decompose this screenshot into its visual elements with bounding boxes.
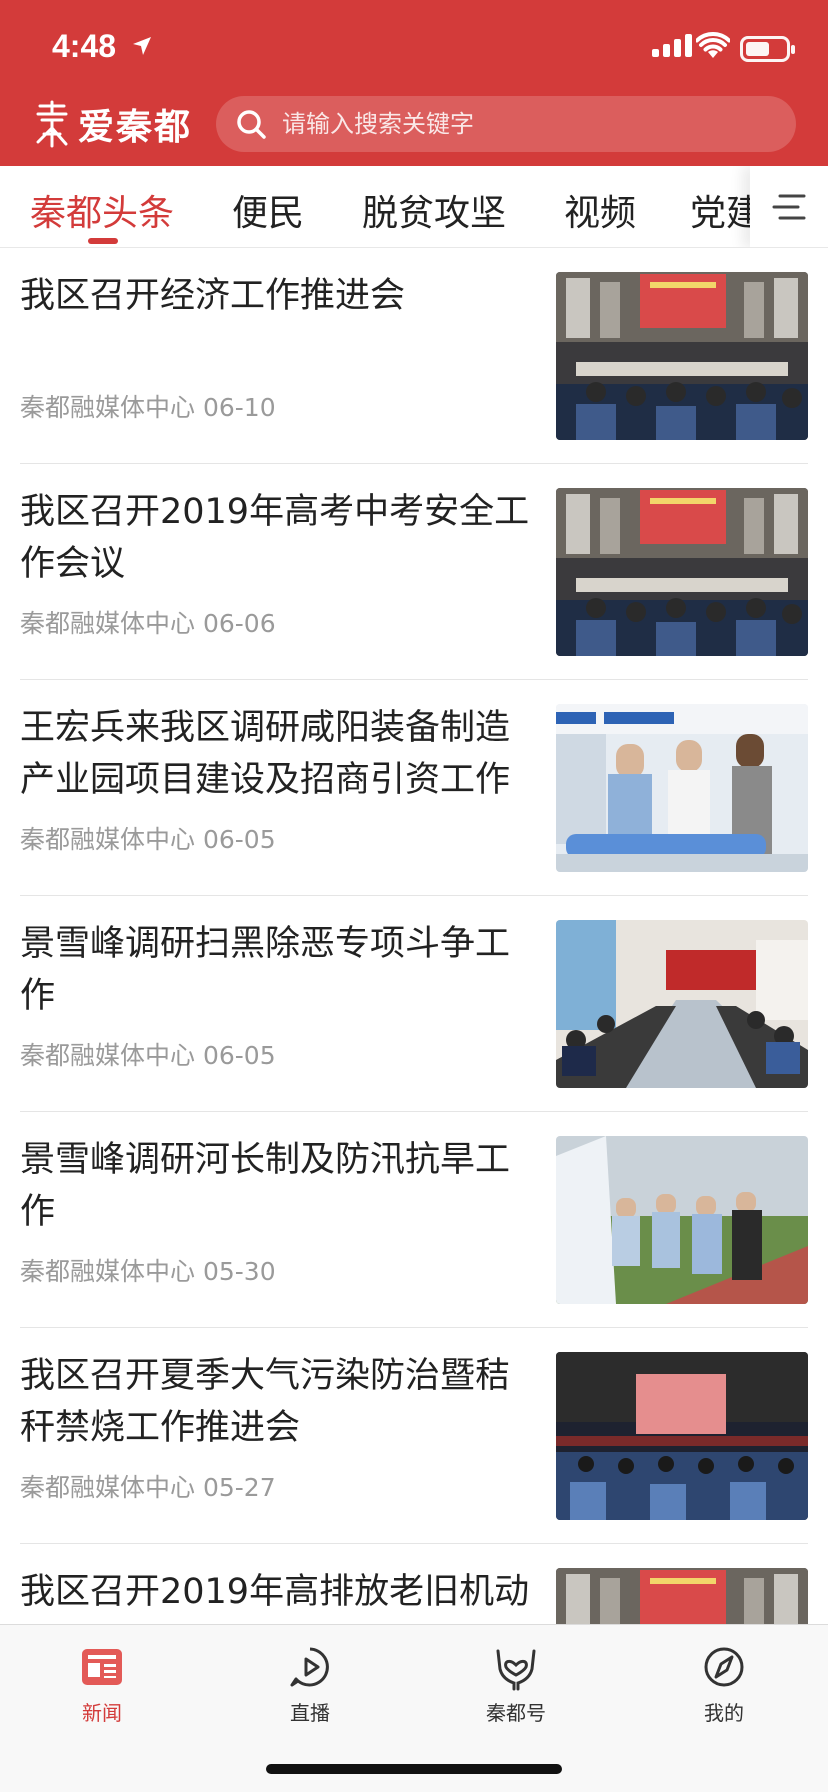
news-source: 秦都融媒体中心 xyxy=(20,1257,196,1286)
news-thumbnail xyxy=(556,704,808,872)
news-thumbnail xyxy=(556,1136,808,1304)
news-title: 景雪峰调研扫黑除恶专项斗争工作 xyxy=(20,924,511,1016)
news-source: 秦都融媒体中心 xyxy=(20,393,196,422)
play-icon xyxy=(290,1647,329,1687)
news-item[interactable]: 景雪峰调研河长制及防汛抗旱工作 秦都融媒体中心 05-30 xyxy=(0,1112,828,1328)
cellular-signal-icon xyxy=(652,34,692,57)
news-date: 06-10 xyxy=(202,393,276,422)
news-meta: 秦都融媒体中心 05-30 xyxy=(20,1252,276,1288)
news-meta: 秦都融媒体中心 06-10 xyxy=(20,388,276,424)
news-item[interactable]: 我区召开经济工作推进会 秦都融媒体中心 06-10 xyxy=(0,248,828,464)
news-title: 我区召开2019年高排放老旧机动 xyxy=(20,1572,530,1612)
news-meta: 秦都融媒体中心 06-06 xyxy=(20,604,276,640)
news-title: 我区召开2019年高考中考安全工作会议 xyxy=(20,492,530,584)
news-item[interactable]: 景雪峰调研扫黑除恶专项斗争工作 秦都融媒体中心 06-05 xyxy=(0,896,828,1112)
news-item[interactable]: 我区召开2019年高排放老旧机动 xyxy=(0,1544,828,1624)
bottom-tab-qindu-account[interactable]: 秦都号 xyxy=(456,1643,576,1733)
app-header: 4:48 爱秦都 xyxy=(0,0,828,166)
battery-icon xyxy=(740,36,795,62)
bottom-tab-mine[interactable]: 我的 xyxy=(664,1643,784,1733)
brand-name: 爱秦都 xyxy=(78,106,193,148)
news-date: 06-05 xyxy=(202,1041,276,1070)
tab-qindu-headlines[interactable]: 秦都头条 xyxy=(30,184,174,236)
bottom-tab-news[interactable]: 新闻 xyxy=(42,1643,162,1733)
news-item[interactable]: 我区召开夏季大气污染防治暨秸秆禁烧工作推进会 秦都融媒体中心 05-27 xyxy=(0,1328,828,1544)
qindu-logo-icon xyxy=(36,100,68,148)
compass-icon xyxy=(704,1647,744,1687)
tab-video[interactable]: 视频 xyxy=(564,184,636,236)
heart-hands-icon xyxy=(496,1649,536,1691)
news-icon xyxy=(82,1649,122,1685)
bottom-tab-live[interactable]: 直播 xyxy=(250,1643,370,1733)
news-thumbnail xyxy=(556,1568,808,1624)
news-list: 我区召开经济工作推进会 秦都融媒体中心 06-10 我区召开2019年高考中考安… xyxy=(0,248,828,1624)
location-arrow-icon xyxy=(133,37,151,55)
status-time: 4:48 xyxy=(52,28,117,64)
news-thumbnail xyxy=(556,488,808,656)
news-thumbnail xyxy=(556,1352,808,1520)
bottom-tab-label: 我的 xyxy=(704,1701,744,1725)
news-meta: 秦都融媒体中心 06-05 xyxy=(20,820,276,856)
bottom-tab-label: 直播 xyxy=(290,1701,330,1725)
news-source: 秦都融媒体中心 xyxy=(20,825,196,854)
search-bar[interactable] xyxy=(216,96,796,152)
news-date: 06-05 xyxy=(202,825,276,854)
news-source: 秦都融媒体中心 xyxy=(20,1041,196,1070)
news-title: 景雪峰调研河长制及防汛抗旱工作 xyxy=(20,1140,511,1232)
home-indicator[interactable] xyxy=(266,1764,562,1774)
news-thumbnail xyxy=(556,272,808,440)
news-title: 王宏兵来我区调研咸阳装备制造产业园项目建设及招商引资工作 xyxy=(20,708,511,800)
search-icon xyxy=(237,110,266,139)
wifi-icon xyxy=(696,32,730,58)
active-tab-indicator xyxy=(88,238,118,244)
brand-logo: 爱秦都 xyxy=(32,96,192,152)
news-title: 我区召开夏季大气污染防治暨秸秆禁烧工作推进会 xyxy=(20,1356,511,1448)
news-item[interactable]: 我区召开2019年高考中考安全工作会议 秦都融媒体中心 06-06 xyxy=(0,464,828,680)
news-meta: 秦都融媒体中心 05-27 xyxy=(20,1468,276,1504)
menu-icon xyxy=(772,194,806,220)
tab-poverty-alleviation[interactable]: 脱贫攻坚 xyxy=(362,184,506,236)
tab-convenience[interactable]: 便民 xyxy=(232,184,304,236)
news-title: 我区召开经济工作推进会 xyxy=(20,276,406,316)
news-thumbnail xyxy=(556,920,808,1088)
news-meta: 秦都融媒体中心 06-05 xyxy=(20,1036,276,1072)
tab-menu-button[interactable] xyxy=(750,166,828,247)
status-bar: 4:48 xyxy=(0,0,828,96)
category-tabs: 秦都头条 便民 脱贫攻坚 视频 党建 xyxy=(0,166,828,248)
search-input[interactable] xyxy=(282,110,762,138)
news-date: 06-06 xyxy=(202,609,276,638)
news-source: 秦都融媒体中心 xyxy=(20,1473,196,1502)
news-source: 秦都融媒体中心 xyxy=(20,609,196,638)
news-date: 05-30 xyxy=(202,1257,276,1286)
bottom-tab-label: 秦都号 xyxy=(486,1701,546,1725)
news-item[interactable]: 王宏兵来我区调研咸阳装备制造产业园项目建设及招商引资工作 秦都融媒体中心 06-… xyxy=(0,680,828,896)
bottom-tab-label: 新闻 xyxy=(82,1701,122,1725)
news-date: 05-27 xyxy=(202,1473,276,1502)
